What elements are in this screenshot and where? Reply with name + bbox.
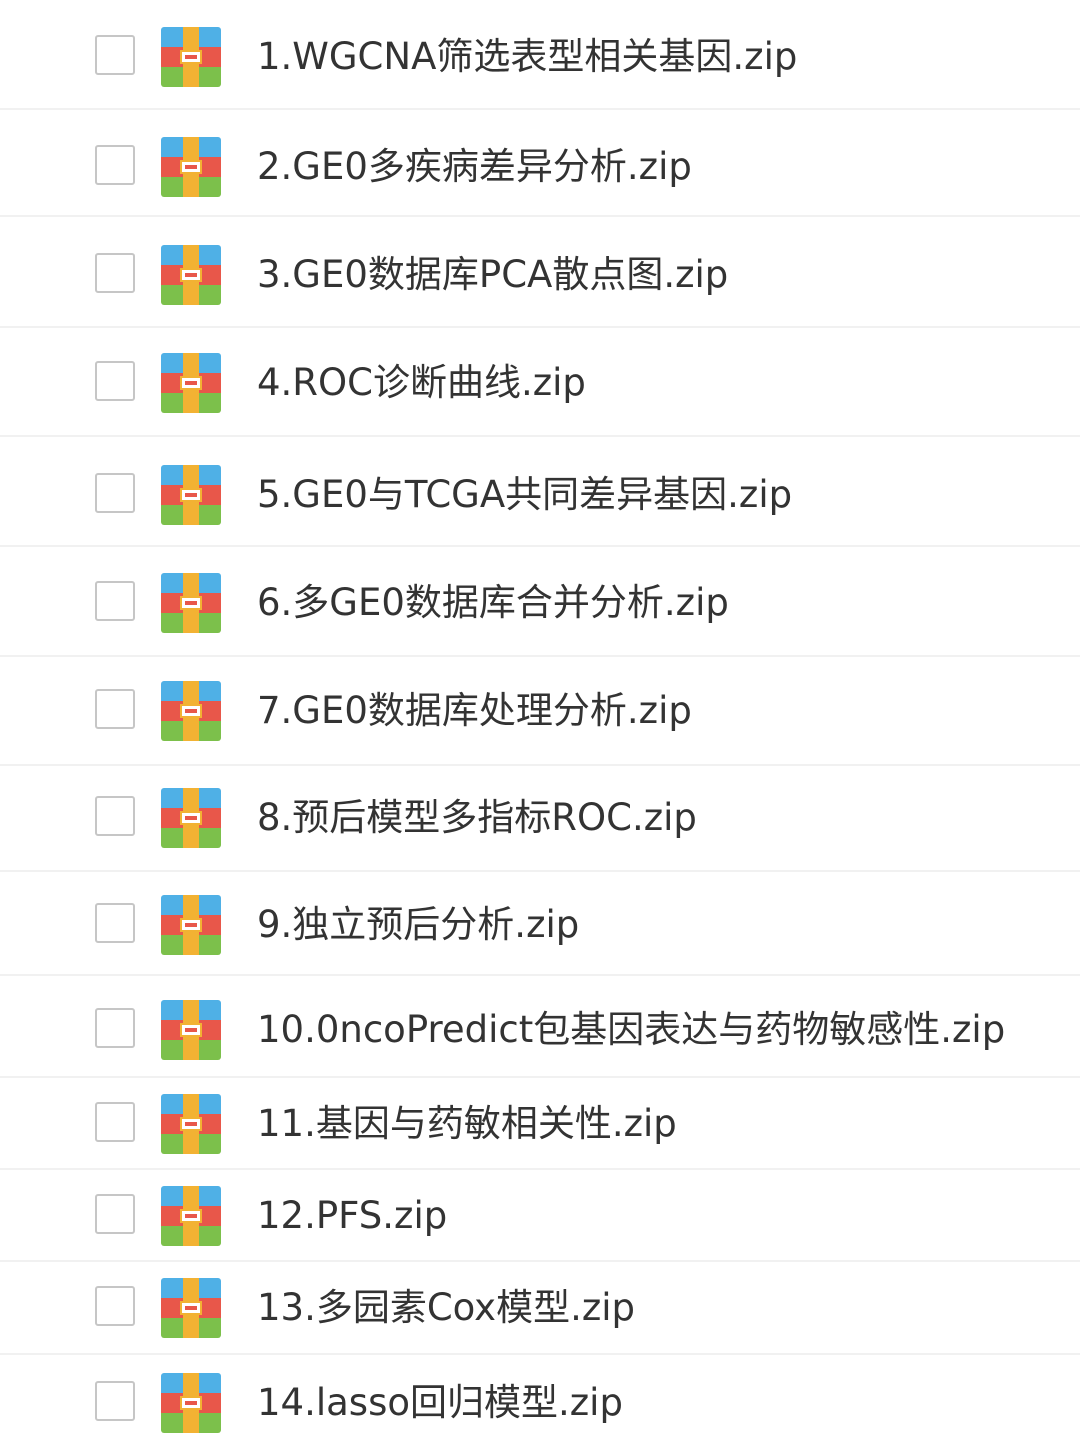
file-name[interactable]: 3.GE0数据库PCA散点图.zip (257, 253, 728, 297)
zip-archive-icon (161, 1278, 221, 1338)
zip-archive-icon (161, 27, 221, 87)
file-name[interactable]: 12.PFS.zip (257, 1194, 447, 1238)
file-row[interactable]: 10.0ncoPredict包基因表达与药物敏感性.zip (0, 976, 1080, 1078)
zip-archive-icon (161, 1000, 221, 1060)
file-checkbox[interactable] (95, 1194, 135, 1234)
zip-archive-icon (161, 465, 221, 525)
zip-archive-icon (161, 1094, 221, 1154)
file-name[interactable]: 6.多GE0数据库合并分析.zip (257, 581, 729, 625)
file-checkbox[interactable] (95, 796, 135, 836)
file-checkbox[interactable] (95, 1381, 135, 1421)
file-checkbox[interactable] (95, 1286, 135, 1326)
file-checkbox[interactable] (95, 1102, 135, 1142)
zip-archive-icon (161, 895, 221, 955)
file-name[interactable]: 7.GE0数据库处理分析.zip (257, 689, 692, 733)
file-row[interactable]: 5.GE0与TCGA共同差异基因.zip (0, 437, 1080, 547)
file-row[interactable]: 4.ROC诊断曲线.zip (0, 328, 1080, 437)
file-row[interactable]: 8.预后模型多指标ROC.zip (0, 766, 1080, 872)
zip-archive-icon (161, 681, 221, 741)
file-name[interactable]: 4.ROC诊断曲线.zip (257, 361, 586, 405)
file-row[interactable]: 13.多园素Cox模型.zip (0, 1262, 1080, 1355)
zip-archive-icon (161, 788, 221, 848)
file-checkbox[interactable] (95, 903, 135, 943)
file-row[interactable]: 6.多GE0数据库合并分析.zip (0, 547, 1080, 657)
zip-archive-icon (161, 1186, 221, 1246)
file-checkbox[interactable] (95, 1008, 135, 1048)
file-name[interactable]: 11.基因与药敏相关性.zip (257, 1102, 677, 1146)
file-row[interactable]: 12.PFS.zip (0, 1170, 1080, 1262)
zip-archive-icon (161, 137, 221, 197)
file-name[interactable]: 9.独立预后分析.zip (257, 903, 579, 947)
file-row[interactable]: 7.GE0数据库处理分析.zip (0, 657, 1080, 766)
file-name[interactable]: 14.lasso回归模型.zip (257, 1381, 623, 1425)
file-checkbox[interactable] (95, 473, 135, 513)
file-row[interactable]: 14.lasso回归模型.zip (0, 1355, 1080, 1443)
file-name[interactable]: 8.预后模型多指标ROC.zip (257, 796, 697, 840)
zip-archive-icon (161, 1373, 221, 1433)
file-row[interactable]: 1.WGCNA筛选表型相关基因.zip (0, 0, 1080, 110)
file-row[interactable]: 9.独立预后分析.zip (0, 872, 1080, 976)
file-name[interactable]: 13.多园素Cox模型.zip (257, 1286, 635, 1330)
file-list: 1.WGCNA筛选表型相关基因.zip 2.GE0多疾病差异分析.zip 3.GE0… (0, 0, 1080, 1443)
file-name[interactable]: 2.GE0多疾病差异分析.zip (257, 145, 692, 189)
file-checkbox[interactable] (95, 253, 135, 293)
file-name[interactable]: 10.0ncoPredict包基因表达与药物敏感性.zip (257, 1008, 1005, 1052)
file-checkbox[interactable] (95, 581, 135, 621)
file-checkbox[interactable] (95, 689, 135, 729)
file-checkbox[interactable] (95, 361, 135, 401)
file-row[interactable]: 2.GE0多疾病差异分析.zip (0, 110, 1080, 217)
file-row[interactable]: 11.基因与药敏相关性.zip (0, 1078, 1080, 1170)
file-checkbox[interactable] (95, 145, 135, 185)
file-row[interactable]: 3.GE0数据库PCA散点图.zip (0, 217, 1080, 328)
zip-archive-icon (161, 245, 221, 305)
file-name[interactable]: 5.GE0与TCGA共同差异基因.zip (257, 473, 792, 517)
zip-archive-icon (161, 353, 221, 413)
file-name[interactable]: 1.WGCNA筛选表型相关基因.zip (257, 35, 797, 79)
zip-archive-icon (161, 573, 221, 633)
file-checkbox[interactable] (95, 35, 135, 75)
